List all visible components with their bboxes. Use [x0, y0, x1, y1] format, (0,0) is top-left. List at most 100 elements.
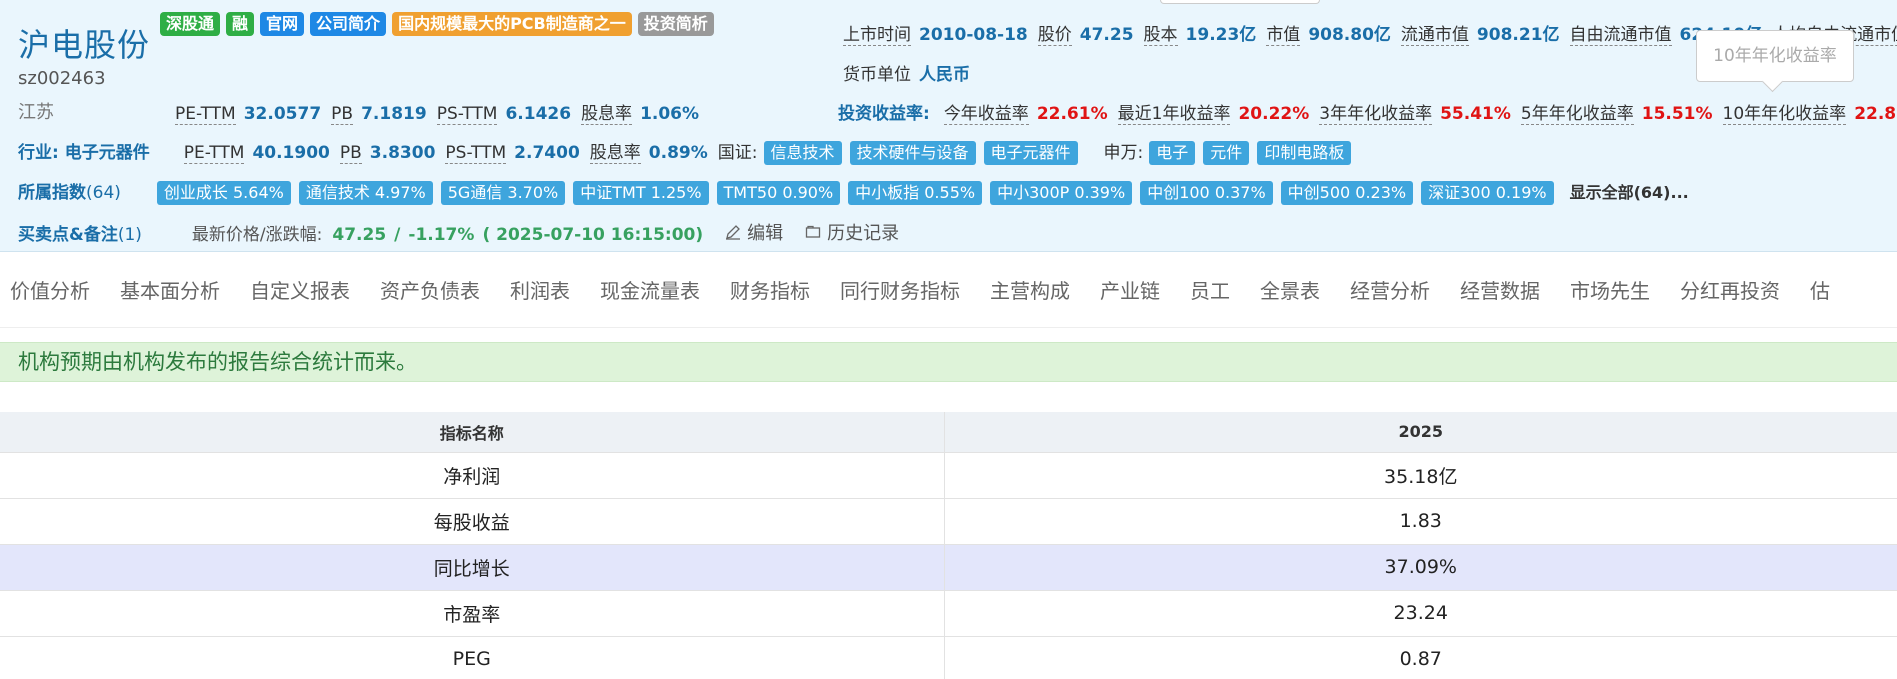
- stock-tag[interactable]: 国内规模最大的PCB制造商之一: [392, 12, 632, 36]
- nav-tab[interactable]: 产业链: [1100, 275, 1160, 304]
- shenwan-category[interactable]: 元件: [1203, 141, 1250, 165]
- industry-row: 行业: 电子元器件 PE-TTM 40.1900 PB 3.8300 PS-TTM 2.7…: [18, 138, 1359, 165]
- industry-valuation-value: 2.7400: [514, 143, 580, 163]
- index-pill[interactable]: 创业成长 5.64%: [156, 181, 291, 205]
- table-row: 每股收益 1.83: [0, 498, 1897, 545]
- metric-value: 37.09%: [944, 544, 1897, 591]
- nav-tab[interactable]: 全景表: [1260, 275, 1320, 304]
- metric-value: 35.18亿: [944, 452, 1897, 499]
- industry-valuation-value: 40.1900: [252, 143, 330, 163]
- section-nav: 价值分析 基本面分析 自定义报表 资产负债表 利润表 现金流量表 财务指标 同行财务指标 主营构…: [0, 252, 1897, 328]
- industry-label[interactable]: 行业: 电子元器件: [18, 138, 150, 163]
- return-value: 22.61%: [1036, 104, 1108, 124]
- nav-tab[interactable]: 主营构成: [990, 275, 1070, 304]
- index-pill[interactable]: 中创100 0.37%: [1140, 181, 1273, 205]
- index-pill[interactable]: TMT50 0.90%: [716, 181, 841, 205]
- return-label: 5年年化收益率: [1520, 99, 1634, 125]
- pencil-icon: [726, 225, 741, 240]
- metric-value: 1.83: [944, 498, 1897, 545]
- indices-row: 所属指数(64) 创业成长 5.64% 通信技术 4.97% 5G通信 3.70% 中…: [18, 178, 1689, 205]
- latest-price: 47.25: [332, 225, 387, 245]
- currency-label: 货币单位: [843, 65, 911, 85]
- index-pill[interactable]: 通信技术 4.97%: [298, 181, 433, 205]
- stock-tag[interactable]: 深股通: [160, 12, 221, 36]
- valuation-value: 1.06%: [640, 104, 700, 124]
- info-label: 流通市值: [1400, 20, 1469, 46]
- index-pill[interactable]: 中证TMT 1.25%: [573, 181, 709, 205]
- stock-header: 沪电股份 sz002463 江苏 深股通融官网 公司简介 国内规模最大的PCB制造商…: [0, 0, 1897, 252]
- info-value: 908.80亿: [1308, 25, 1391, 45]
- returns-label: 投资收益率:: [838, 104, 930, 124]
- metric-name: 同比增长: [0, 544, 945, 591]
- show-all-indices-link[interactable]: 显示全部(64)...: [1570, 179, 1689, 203]
- nav-tab[interactable]: 经营分析: [1350, 275, 1430, 304]
- nav-tab[interactable]: 分红再投资: [1680, 275, 1780, 304]
- info-label: 股本: [1143, 20, 1178, 46]
- price-separator: /: [394, 225, 401, 245]
- shenwan-label: 申万:: [1103, 143, 1144, 163]
- guozheng-category[interactable]: 技术硬件与设备: [849, 141, 976, 165]
- stock-tag[interactable]: 投资简析: [637, 12, 714, 36]
- stock-code: sz002463: [18, 68, 106, 89]
- nav-tab[interactable]: 财务指标: [730, 275, 810, 304]
- guozheng-category[interactable]: 电子元器件: [983, 141, 1078, 165]
- nav-tab[interactable]: 自定义报表: [250, 275, 350, 304]
- info-value: 19.23亿: [1185, 25, 1257, 45]
- nav-tab[interactable]: 经营数据: [1460, 275, 1540, 304]
- shenwan-category[interactable]: 印制电路板: [1257, 141, 1352, 165]
- metric-name: 市盈率: [0, 590, 945, 637]
- guozheng-category[interactable]: 信息技术: [763, 141, 842, 165]
- industry-valuation-label: 股息率: [589, 138, 641, 164]
- metric-value: 0.87: [944, 636, 1897, 679]
- nav-tab[interactable]: 资产负债表: [380, 275, 480, 304]
- stock-tags: 深股通融官网 公司简介 国内规模最大的PCB制造商之一 投资简析: [160, 12, 714, 36]
- price-label: 最新价格/涨跌幅:: [191, 225, 323, 245]
- metric-value: 23.24: [944, 590, 1897, 637]
- return-value: 22.88: [1854, 104, 1897, 124]
- history-button[interactable]: 历史记录: [805, 219, 899, 245]
- table-row: 净利润 35.18亿: [0, 452, 1897, 499]
- valuation-value: 7.1819: [361, 104, 427, 124]
- table-header-row: 指标名称 2025: [0, 412, 1897, 453]
- nav-tab[interactable]: 同行财务指标: [840, 275, 960, 304]
- industry-valuation-label: PE-TTM: [183, 143, 245, 164]
- stock-tag[interactable]: 官网: [260, 12, 305, 36]
- info-value: 908.21亿: [1476, 25, 1560, 45]
- index-pill[interactable]: 中小板指 0.55%: [848, 181, 983, 205]
- nav-tab[interactable]: 员工: [1190, 275, 1230, 304]
- info-label: 上市时间: [843, 20, 911, 46]
- stock-tag[interactable]: 公司简介: [310, 12, 387, 36]
- forecast-table: 指标名称 2025 净利润 35.18亿 每股收益 1.83 同比增长 37.09% 市盈率…: [0, 412, 1897, 679]
- indices-label: 所属指数(64): [18, 183, 121, 203]
- info-label: 股价: [1037, 20, 1072, 46]
- header-metric: 指标名称: [0, 412, 945, 453]
- valuation-label: PS-TTM: [436, 104, 498, 125]
- header-year: 2025: [944, 412, 1897, 453]
- shenwan-category[interactable]: 电子: [1149, 141, 1196, 165]
- tooltip-fragment: [1160, 0, 1320, 4]
- index-pill[interactable]: 中小300P 0.39%: [990, 181, 1133, 205]
- info-label: 自由流通市值: [1569, 20, 1672, 46]
- nav-tab[interactable]: 利润表: [510, 275, 570, 304]
- metric-name: 净利润: [0, 452, 945, 499]
- index-pill[interactable]: 深证300 0.19%: [1421, 181, 1554, 205]
- index-pill[interactable]: 5G通信 3.70%: [440, 181, 566, 205]
- nav-tab[interactable]: 市场先生: [1570, 275, 1650, 304]
- stock-region: 江苏: [18, 102, 54, 123]
- nav-tab[interactable]: 现金流量表: [600, 275, 700, 304]
- stock-name: 沪电股份: [18, 26, 151, 64]
- index-pill[interactable]: 中创500 0.23%: [1280, 181, 1414, 205]
- stock-tag[interactable]: 融: [226, 12, 255, 36]
- valuation-label: PB: [331, 104, 354, 125]
- edit-button[interactable]: 编辑: [725, 219, 783, 245]
- notes-label[interactable]: 买卖点&备注(1): [18, 220, 142, 245]
- info-value: 2010-08-18: [919, 25, 1028, 45]
- notes-row: 买卖点&备注(1) 最新价格/涨跌幅: 47.25 / -1.17% ( 202…: [18, 219, 899, 245]
- currency-value: 人民币: [919, 65, 970, 85]
- table-row: 市盈率 23.24: [0, 590, 1897, 637]
- nav-tab[interactable]: 估: [1810, 275, 1830, 304]
- nav-tab[interactable]: 基本面分析: [120, 275, 220, 304]
- valuation-label: 股息率: [581, 99, 633, 125]
- nav-tab[interactable]: 价值分析: [10, 275, 90, 304]
- return-label: 今年收益率: [943, 99, 1029, 125]
